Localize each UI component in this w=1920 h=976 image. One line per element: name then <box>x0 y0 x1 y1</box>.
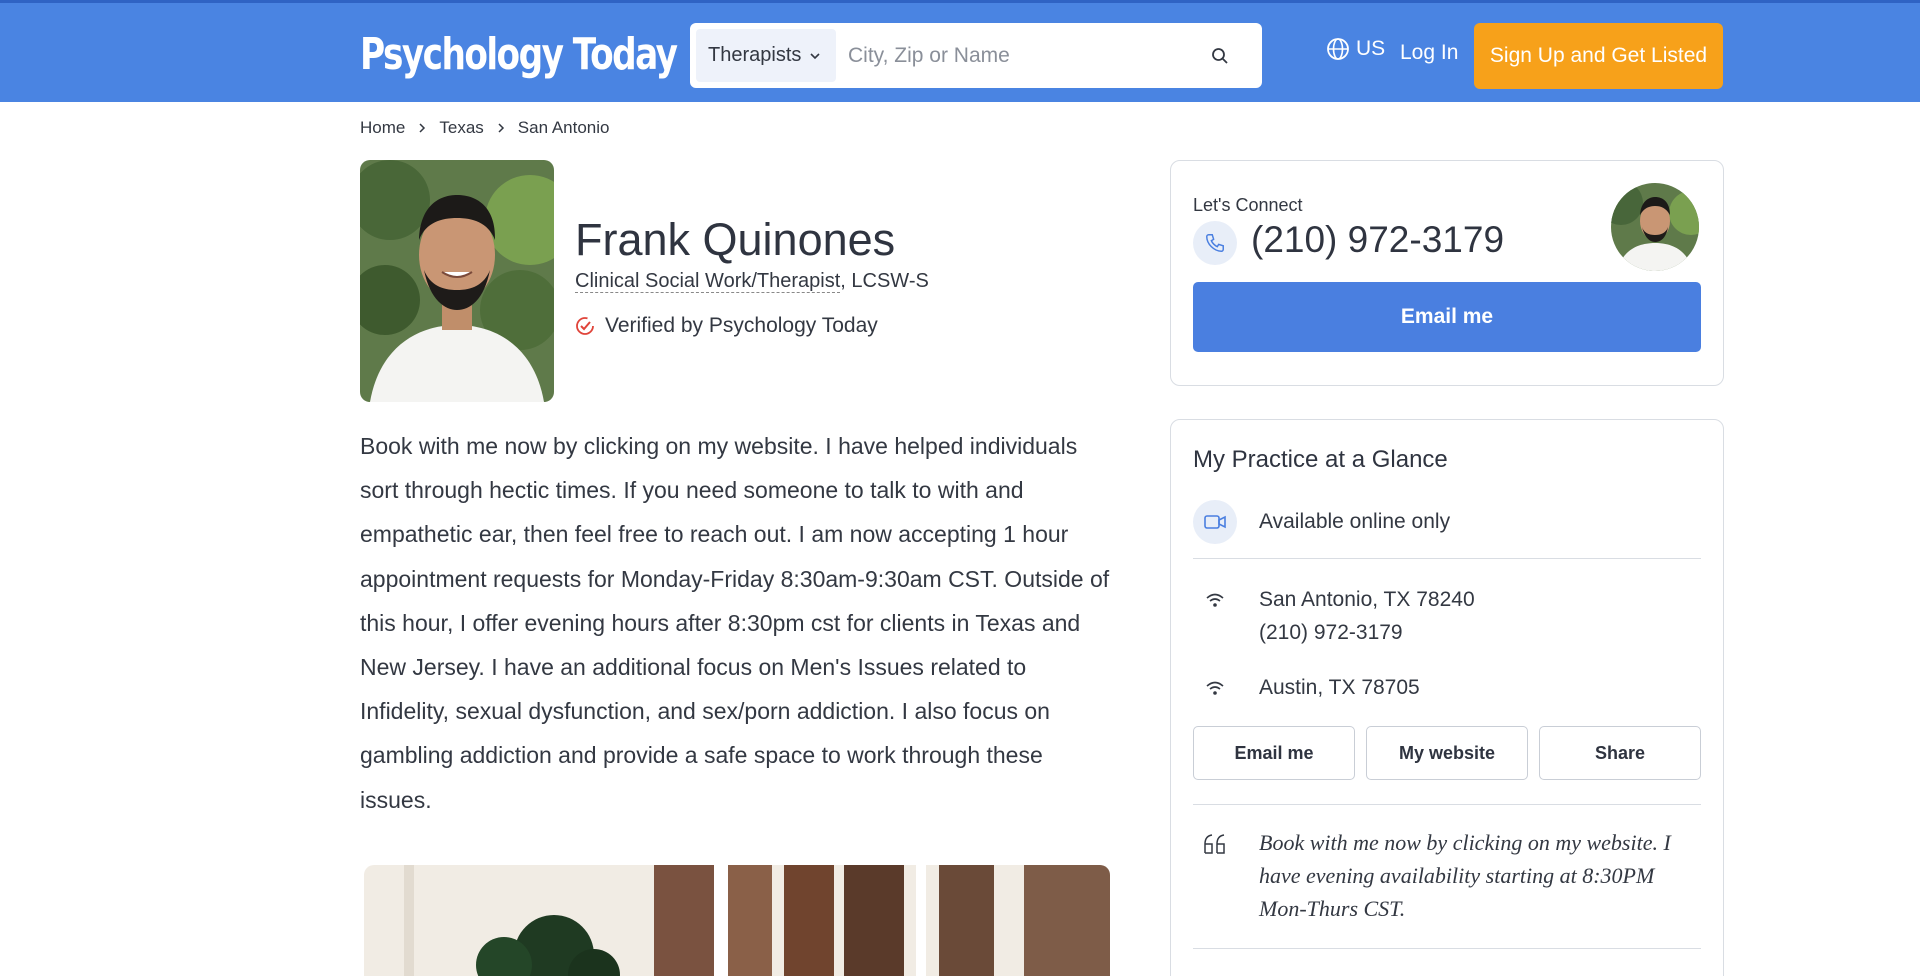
verified-check-icon <box>576 317 594 335</box>
location-phone[interactable]: (210) 972-3179 <box>1259 616 1475 649</box>
verified-label: Verified by Psychology Today <box>605 314 878 337</box>
chevron-right-icon <box>419 123 426 133</box>
bio-text: Book with me now by clicking on my websi… <box>360 433 1110 813</box>
login-link[interactable]: Log In <box>1400 41 1458 65</box>
profession-link[interactable]: Clinical Social Work/Therapist <box>575 270 841 293</box>
location-icon-wrapper <box>1193 666 1237 710</box>
quote-icon-wrapper <box>1193 822 1237 866</box>
search-bar: Therapists <box>690 23 1262 88</box>
therapist-title: Clinical Social Work/Therapist, LCSW-S <box>575 270 929 293</box>
psychology-today-logo[interactable]: Psychology Today <box>360 25 678 85</box>
region-label: US <box>1356 37 1386 60</box>
email-me-secondary-button[interactable]: Email me <box>1193 726 1355 780</box>
verified-badge: Verified by Psychology Today <box>575 314 878 338</box>
glance-title: My Practice at a Glance <box>1193 446 1448 473</box>
breadcrumb-san-antonio[interactable]: San Antonio <box>518 118 610 138</box>
divider <box>1193 558 1701 559</box>
breadcrumb-texas[interactable]: Texas <box>439 118 483 138</box>
region-selector[interactable]: US <box>1326 37 1385 61</box>
wifi-location-icon <box>1206 593 1224 607</box>
breadcrumb-home[interactable]: Home <box>360 118 405 138</box>
phone-number[interactable]: (210) 972-3179 <box>1251 219 1504 261</box>
personal-quote: Book with me now by clicking on my websi… <box>1259 830 1671 921</box>
divider <box>1193 804 1701 805</box>
online-availability: Available online only <box>1259 510 1451 533</box>
video-icon <box>1204 515 1226 529</box>
location-austin[interactable]: Austin, TX 78705 <box>1259 671 1420 704</box>
therapist-name: Frank Quinones <box>575 214 896 265</box>
phone-icon <box>1206 234 1224 252</box>
connect-label: Let's Connect <box>1193 195 1303 215</box>
location-icon-wrapper <box>1193 578 1237 622</box>
search-button[interactable] <box>1200 37 1240 75</box>
quote-icon <box>1204 834 1225 854</box>
search-input[interactable] <box>848 33 1188 78</box>
office-photo <box>364 865 1110 976</box>
signup-button[interactable]: Sign Up and Get Listed <box>1474 23 1723 89</box>
connect-card: Let's Connect (210) 972-3179 Email me <box>1170 160 1724 386</box>
practice-glance-card: My Practice at a Glance Available online… <box>1170 419 1724 976</box>
search-type-dropdown[interactable]: Therapists <box>696 29 836 82</box>
avatar <box>1611 183 1699 271</box>
top-navigation-bar: Psychology Today Therapists US Log In Si… <box>0 0 1920 102</box>
phone-icon-wrapper <box>1193 221 1237 265</box>
license-label: , LCSW-S <box>840 270 929 292</box>
email-me-button[interactable]: Email me <box>1193 282 1701 352</box>
globe-icon <box>1327 38 1349 60</box>
share-button[interactable]: Share <box>1539 726 1701 780</box>
location-address[interactable]: San Antonio, TX 78240 <box>1259 583 1475 616</box>
divider <box>1193 948 1701 949</box>
search-icon <box>1212 48 1228 64</box>
video-icon-wrapper <box>1193 500 1237 544</box>
chevron-down-icon <box>810 52 820 59</box>
wifi-location-icon <box>1206 681 1224 695</box>
search-type-label: Therapists <box>708 44 802 66</box>
profile-photo <box>360 160 554 402</box>
my-website-button[interactable]: My website <box>1366 726 1528 780</box>
breadcrumb: Home Texas San Antonio <box>360 118 609 138</box>
chevron-right-icon <box>498 123 504 133</box>
location-san-antonio: San Antonio, TX 78240 (210) 972-3179 <box>1259 583 1475 649</box>
